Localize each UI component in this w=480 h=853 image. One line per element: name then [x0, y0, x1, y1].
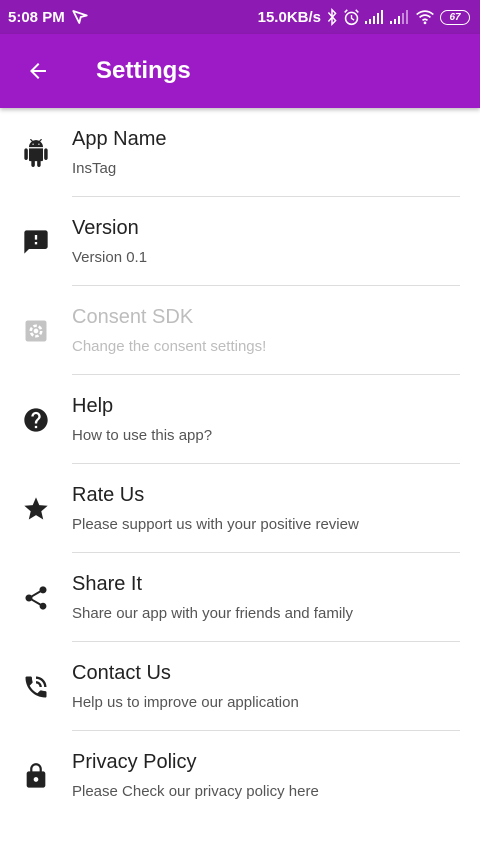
wifi-icon	[415, 9, 435, 25]
alarm-icon	[343, 8, 360, 26]
page-title: Settings	[96, 57, 191, 84]
help-icon	[20, 375, 52, 464]
share-icon	[20, 553, 52, 642]
settings-item-subtitle: How to use this app?	[72, 427, 213, 444]
settings-item-subtitle: InsTag	[72, 160, 117, 177]
settings-item-subtitle: Share our app with your friends and fami…	[72, 605, 353, 622]
settings-item-title: Privacy Policy	[72, 751, 197, 773]
settings-item-app-name[interactable]: App Name InsTag	[0, 108, 480, 197]
settings-item-subtitle: Please Check our privacy policy here	[72, 783, 319, 800]
phone-icon	[20, 642, 52, 731]
back-button[interactable]	[0, 34, 76, 108]
settings-item-consent-sdk: Consent SDK Change the consent settings!	[0, 286, 480, 375]
settings-item-help[interactable]: Help How to use this app?	[0, 375, 480, 464]
status-time: 5:08 PM	[8, 8, 65, 26]
star-icon	[20, 464, 52, 553]
signal-icon	[365, 10, 385, 24]
status-bar: 5:08 PM 15.0KB/s 67	[0, 0, 480, 34]
settings-item-title: Share It	[72, 573, 143, 595]
navigation-icon	[71, 8, 89, 26]
feedback-icon	[20, 197, 52, 286]
settings-item-privacy-policy[interactable]: Privacy Policy Please Check our privacy …	[0, 731, 480, 820]
settings-item-contact-us[interactable]: Contact Us Help us to improve our applic…	[0, 642, 480, 731]
settings-item-title: Help	[72, 395, 114, 417]
settings-item-title: Contact Us	[72, 662, 171, 684]
settings-item-rate-us[interactable]: Rate Us Please support us with your posi…	[0, 464, 480, 553]
settings-item-title: Version	[72, 217, 139, 239]
lock-icon	[20, 731, 52, 820]
battery-icon: 67	[440, 9, 470, 25]
app-bar: Settings	[0, 34, 480, 108]
signal-icon	[390, 10, 410, 24]
settings-item-subtitle: Help us to improve our application	[72, 694, 299, 711]
bluetooth-icon	[326, 8, 338, 26]
network-speed: 15.0KB/s	[257, 8, 321, 26]
settings-icon	[20, 286, 52, 375]
android-icon	[20, 108, 52, 197]
arrow-back-icon	[30, 63, 46, 79]
settings-item-share-it[interactable]: Share It Share our app with your friends…	[0, 553, 480, 642]
settings-item-title: Rate Us	[72, 484, 145, 506]
settings-item-subtitle: Version 0.1	[72, 249, 148, 266]
settings-list: App Name InsTag Version Version 0.1 Cons…	[0, 108, 480, 820]
battery-level: 67	[449, 11, 461, 23]
settings-item-version[interactable]: Version Version 0.1	[0, 197, 480, 286]
settings-item-subtitle: Please support us with your positive rev…	[72, 516, 359, 533]
settings-item-subtitle: Change the consent settings!	[72, 338, 267, 355]
settings-item-title: Consent SDK	[72, 306, 194, 328]
settings-item-title: App Name	[72, 128, 167, 150]
